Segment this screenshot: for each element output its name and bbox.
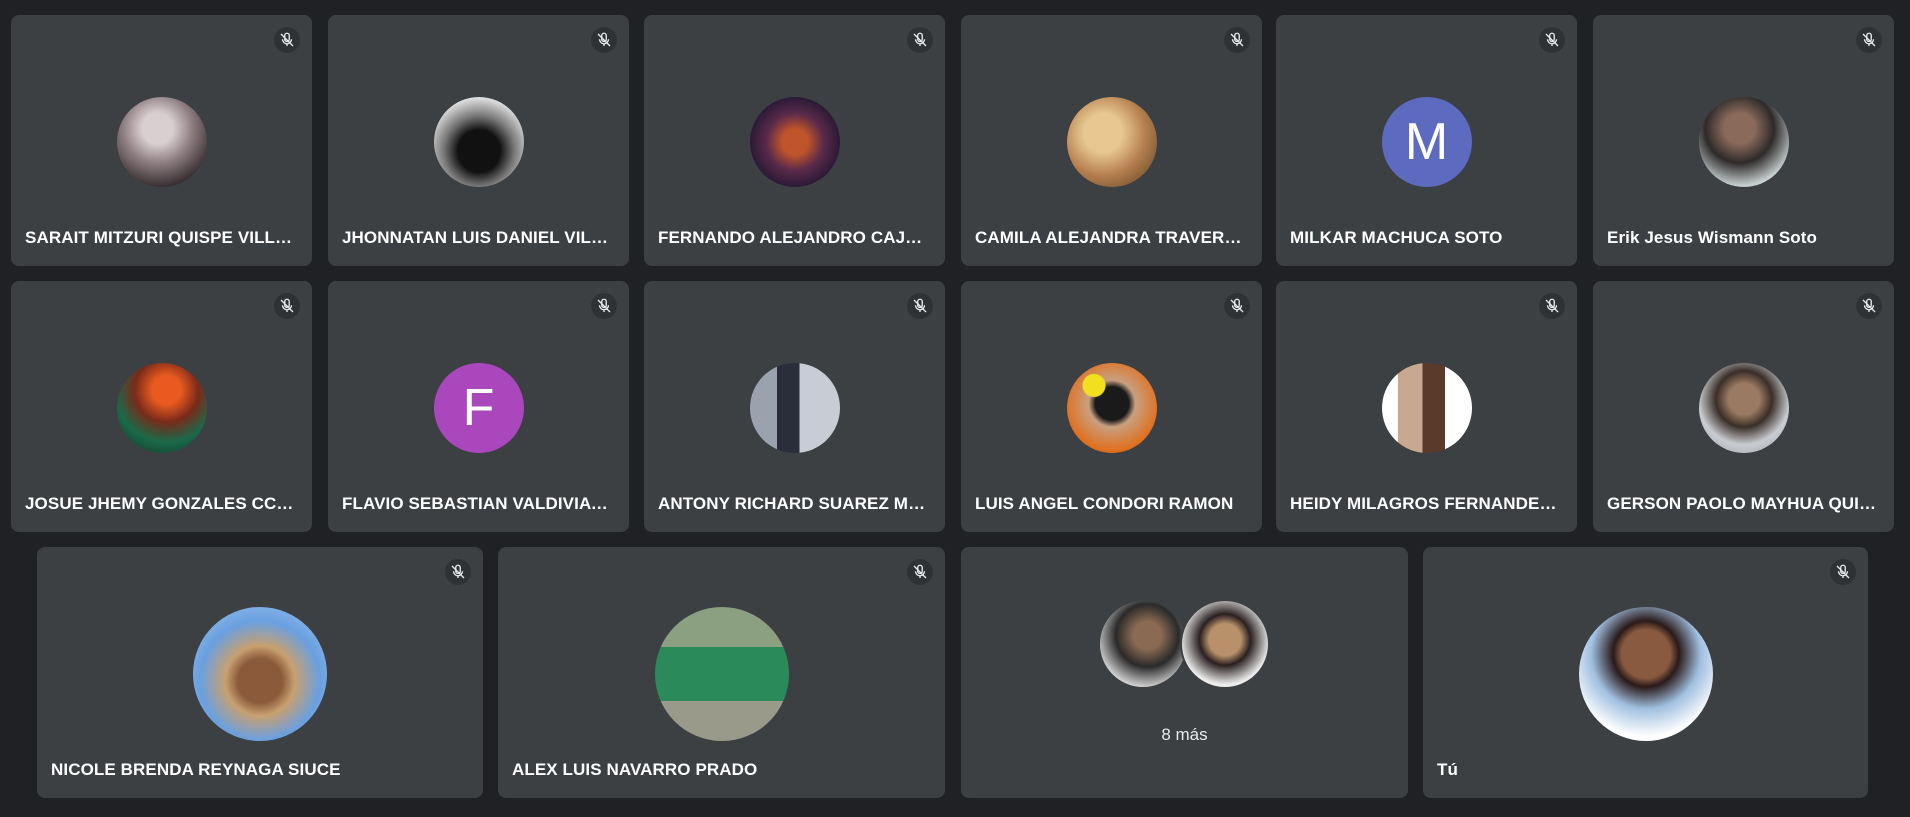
participant-tile[interactable]: GERSON PAOLO MAYHUA QUIS... — [1593, 281, 1894, 532]
mic-off-icon — [1830, 559, 1856, 585]
participant-avatar — [1097, 599, 1188, 689]
participant-avatar — [749, 97, 840, 187]
mic-off-icon — [1224, 293, 1250, 319]
participant-tile[interactable]: Erik Jesus Wismann Soto — [1593, 15, 1894, 266]
participant-avatar — [116, 363, 207, 453]
participant-tile[interactable]: ALEX LUIS NAVARRO PRADO — [498, 547, 945, 798]
participant-avatar — [1381, 363, 1472, 453]
self-tile[interactable]: Tú — [1423, 547, 1868, 798]
participant-avatar — [1179, 599, 1270, 689]
participant-tile[interactable]: ANTONY RICHARD SUAREZ MA... — [644, 281, 945, 532]
participant-tile[interactable]: FERNANDO ALEJANDRO CAJAH... — [644, 15, 945, 266]
participant-avatar — [1066, 97, 1157, 187]
participant-avatar — [1698, 363, 1789, 453]
participant-name: ALEX LUIS NAVARRO PRADO — [512, 760, 758, 779]
mic-off-icon — [1224, 27, 1250, 53]
participant-name: MILKAR MACHUCA SOTO — [1290, 228, 1503, 247]
participant-tile[interactable]: HEIDY MILAGROS FERNANDEZ ... — [1276, 281, 1577, 532]
participant-name: FLAVIO SEBASTIAN VALDIVIA ES... — [342, 494, 611, 513]
self-avatar — [1578, 607, 1713, 741]
more-participants-tile[interactable]: 8 más — [961, 547, 1408, 798]
participant-avatar: M — [1381, 97, 1472, 187]
participant-avatar — [1698, 97, 1789, 187]
participant-tile[interactable]: NICOLE BRENDA REYNAGA SIUCE — [37, 547, 483, 798]
participant-tile[interactable]: JOSUE JHEMY GONZALES CCE... — [11, 281, 312, 532]
avatar-initial: F — [462, 379, 495, 437]
mic-off-icon — [274, 293, 300, 319]
mic-off-icon — [1856, 27, 1882, 53]
mic-off-icon — [1539, 27, 1565, 53]
mic-off-icon — [907, 559, 933, 585]
self-name: Tú — [1437, 760, 1458, 779]
mic-off-icon — [1856, 293, 1882, 319]
mic-off-icon — [274, 27, 300, 53]
participant-tile[interactable]: M MILKAR MACHUCA SOTO — [1276, 15, 1577, 266]
participant-tile[interactable]: F FLAVIO SEBASTIAN VALDIVIA ES... — [328, 281, 629, 532]
participant-name: SARAIT MITZURI QUISPE VILLAL... — [25, 228, 294, 247]
avatar-initial: M — [1404, 113, 1449, 171]
participant-avatar — [433, 97, 524, 187]
mic-off-icon — [591, 27, 617, 53]
participant-avatar — [749, 363, 840, 453]
participant-name: LUIS ANGEL CONDORI RAMON — [975, 494, 1234, 513]
participant-avatar — [116, 97, 207, 187]
participant-avatar — [1066, 363, 1157, 453]
mic-off-icon — [591, 293, 617, 319]
participant-name: NICOLE BRENDA REYNAGA SIUCE — [51, 760, 341, 779]
participant-avatar — [654, 607, 789, 741]
participant-avatar: F — [433, 363, 524, 453]
mic-off-icon — [445, 559, 471, 585]
participant-name: HEIDY MILAGROS FERNANDEZ ... — [1290, 494, 1559, 513]
participant-name: FERNANDO ALEJANDRO CAJAH... — [658, 228, 927, 247]
participant-tile[interactable]: SARAIT MITZURI QUISPE VILLAL... — [11, 15, 312, 266]
participant-avatar — [193, 607, 327, 741]
participant-name: Erik Jesus Wismann Soto — [1607, 228, 1817, 247]
more-participants-label: 8 más — [1161, 725, 1208, 744]
participant-name: CAMILA ALEJANDRA TRAVERSO... — [975, 228, 1244, 247]
mic-off-icon — [907, 27, 933, 53]
more-participants-avatars — [1097, 599, 1272, 689]
participant-tile[interactable]: JHONNATAN LUIS DANIEL VILC... — [328, 15, 629, 266]
participant-name: JOSUE JHEMY GONZALES CCE... — [25, 494, 294, 513]
participant-tile[interactable]: LUIS ANGEL CONDORI RAMON — [961, 281, 1262, 532]
participant-name: GERSON PAOLO MAYHUA QUIS... — [1607, 494, 1876, 513]
mic-off-icon — [907, 293, 933, 319]
participant-name: ANTONY RICHARD SUAREZ MA... — [658, 494, 927, 513]
mic-off-icon — [1539, 293, 1565, 319]
participant-name: JHONNATAN LUIS DANIEL VILC... — [342, 228, 611, 247]
participant-tile[interactable]: CAMILA ALEJANDRA TRAVERSO... — [961, 15, 1262, 266]
